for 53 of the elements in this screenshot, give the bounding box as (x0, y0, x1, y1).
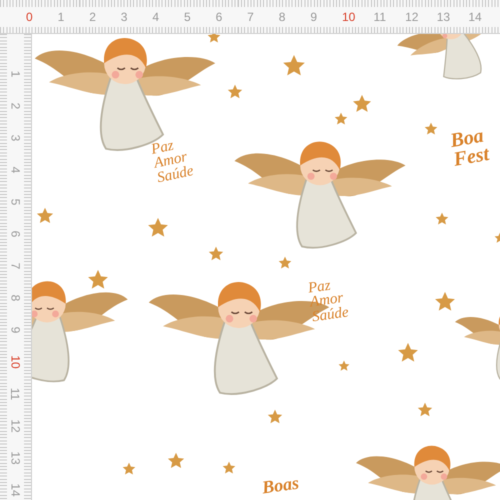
ruler-number: 12 (10, 419, 22, 433)
ruler-number: 13 (10, 451, 22, 465)
star-icon (434, 291, 456, 313)
ruler-number: 3 (120, 11, 128, 23)
ruler-number: 9 (310, 11, 318, 23)
ruler-number: 8 (10, 294, 22, 302)
star-icon (424, 122, 438, 136)
ruler-number: 11 (10, 388, 22, 400)
ruler-number: 4 (152, 11, 160, 23)
ruler-number: 14 (468, 11, 483, 23)
ruler-number: 10 (10, 355, 22, 369)
ruler-number: 0 (26, 11, 34, 23)
ruler-number: 5 (10, 198, 22, 206)
ruler-number: 7 (10, 262, 22, 270)
ruler-number: 10 (342, 11, 356, 23)
ruler-number: 11 (374, 11, 387, 23)
lettering-text: Boa Fest (448, 126, 491, 170)
star-icon (435, 212, 449, 226)
ruler-number: 12 (405, 11, 420, 23)
star-icon (352, 94, 372, 114)
ruler-number: 3 (10, 134, 22, 142)
lettering-text: Boas (261, 474, 300, 497)
lettering-text: Paz Amor Saúde (307, 276, 350, 324)
ruler-number: 4 (10, 166, 22, 174)
star-icon (222, 461, 236, 475)
star-icon (397, 342, 419, 364)
star-icon (338, 360, 350, 372)
lettering-text: Paz Amor Saúde (150, 136, 195, 186)
star-icon (167, 452, 185, 470)
star-icon (282, 54, 306, 78)
ruler-number: 5 (184, 11, 192, 23)
ruler-number: 1 (58, 11, 66, 23)
star-icon (267, 409, 283, 425)
ruler-number: 6 (10, 230, 22, 238)
ruler-number: 8 (278, 11, 286, 23)
ruler-number: 9 (10, 326, 22, 334)
ruler-number: 7 (247, 11, 255, 23)
ruler-number: 1 (10, 70, 22, 78)
ruler-number: 6 (216, 11, 224, 23)
star-icon (207, 34, 221, 44)
ruler-number: 14 (10, 483, 22, 497)
star-icon (208, 246, 224, 262)
star-icon (334, 112, 348, 126)
ruler-number: 13 (436, 11, 452, 23)
star-icon (227, 84, 243, 100)
star-icon (147, 217, 169, 239)
star-icon (417, 402, 433, 418)
star-icon (36, 207, 54, 225)
star-icon (122, 462, 136, 476)
ruler-number: 2 (89, 11, 97, 23)
ruler-number: 2 (10, 102, 22, 110)
star-icon (278, 256, 292, 270)
star-icon (87, 269, 109, 291)
